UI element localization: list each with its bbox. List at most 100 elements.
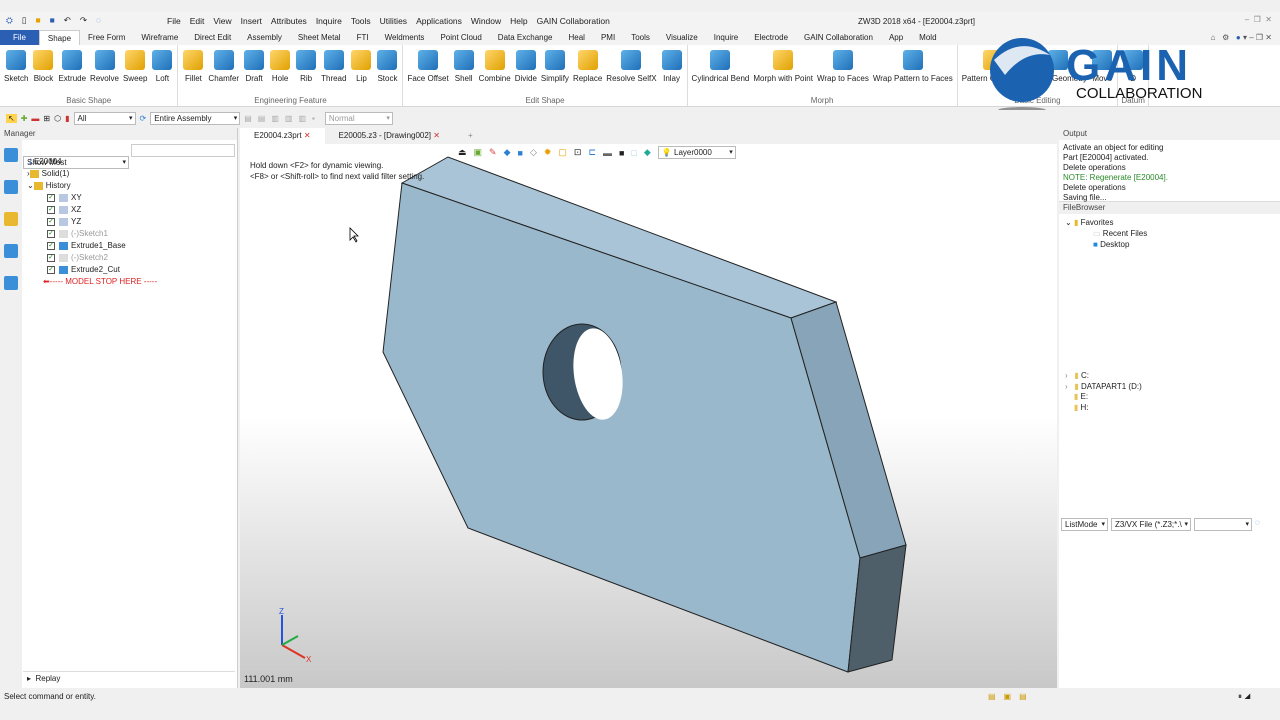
view-tab-icon[interactable]: [4, 244, 18, 258]
filter-select[interactable]: All: [73, 112, 136, 125]
eraser-icon[interactable]: ✎: [489, 147, 497, 158]
tree-item[interactable]: ✓ (-)Sketch1: [23, 228, 235, 240]
tab-sheet-metal[interactable]: Sheet Metal: [290, 30, 349, 45]
tree-item[interactable]: › Solid(1): [23, 168, 235, 180]
menu-item-file[interactable]: File: [167, 16, 181, 26]
menu-item-applications[interactable]: Applications: [416, 16, 462, 26]
checkbox[interactable]: ✓: [47, 206, 55, 214]
scope-icon[interactable]: ⟳: [140, 114, 147, 123]
checkbox[interactable]: ✓: [47, 254, 55, 262]
tab-heal[interactable]: Heal: [561, 30, 593, 45]
open-icon[interactable]: ■: [36, 15, 41, 26]
list-mode-select[interactable]: ListMode: [1061, 518, 1108, 531]
remove-icon[interactable]: ▬: [31, 114, 39, 123]
doc-tab-e20005[interactable]: E20005.z3 - [Drawing002] ✕: [325, 128, 454, 144]
menu-item-window[interactable]: Window: [471, 16, 501, 26]
layer-icon[interactable]: ◆: [644, 147, 651, 158]
box-select-icon[interactable]: ⊞: [43, 114, 50, 123]
cube-icon[interactable]: ■: [518, 148, 523, 158]
file-search-input[interactable]: [1194, 518, 1252, 531]
scope-select[interactable]: Entire Assembly: [150, 112, 241, 125]
menu-item-edit[interactable]: Edit: [190, 16, 205, 26]
menu-item-help[interactable]: Help: [510, 16, 527, 26]
menu-item-inquire[interactable]: Inquire: [316, 16, 342, 26]
recent-files-item[interactable]: ▭ Recent Files: [1065, 228, 1274, 239]
app-icon[interactable]: ⛭: [6, 15, 13, 26]
refresh-icon[interactable]: ◌: [1255, 518, 1260, 531]
tab-visualize[interactable]: Visualize: [658, 30, 706, 45]
desktop-item[interactable]: ■ Desktop: [1065, 239, 1274, 250]
add-icon[interactable]: ✚: [21, 114, 28, 123]
tab-tools[interactable]: Tools: [623, 30, 658, 45]
pause-icon[interactable]: ⏸ ◢: [1238, 688, 1251, 706]
close-icon[interactable]: ✕: [304, 131, 311, 140]
part-model[interactable]: Z X: [240, 144, 1057, 688]
menu-item-view[interactable]: View: [213, 16, 231, 26]
window-controls[interactable]: – ❐ ✕: [1245, 15, 1272, 24]
drive-item[interactable]: › ▮ C:: [1065, 371, 1142, 382]
status-icons[interactable]: ▤▣▤: [988, 688, 1035, 706]
tree-item[interactable]: ⌄ History: [23, 180, 235, 192]
filter-icon[interactable]: ▮: [65, 114, 69, 123]
3d-viewport[interactable]: Z X ⏏ ▣ ✎ ◆ ■ ◇ ✹ ▢ ⊡ ⊏ ▬ ■ □ ◆ 💡 Layer0…: [240, 144, 1057, 688]
menu-item-utilities[interactable]: Utilities: [380, 16, 407, 26]
tree-item[interactable]: ✓ (-)Sketch2: [23, 252, 235, 264]
new-icon[interactable]: ▯: [22, 15, 27, 26]
layer-select[interactable]: 💡 Layer0000: [657, 146, 736, 159]
menu-item-attributes[interactable]: Attributes: [271, 16, 307, 26]
menu-item-tools[interactable]: Tools: [351, 16, 371, 26]
tab-file[interactable]: File: [0, 30, 39, 45]
tab-direct-edit[interactable]: Direct Edit: [186, 30, 239, 45]
save-icon[interactable]: ■: [50, 15, 55, 26]
drive-item[interactable]: › ▮ DATAPART1 (D:): [1065, 382, 1142, 393]
zoom-box-icon[interactable]: ⊡: [574, 147, 582, 158]
mode-select[interactable]: Normal: [324, 112, 393, 125]
render-icon[interactable]: ✹: [544, 147, 552, 158]
zoom-fit-icon[interactable]: ▢: [558, 147, 567, 158]
drive-item[interactable]: ▮ H:: [1065, 403, 1142, 414]
tab-assembly[interactable]: Assembly: [239, 30, 290, 45]
tree-item[interactable]: ✓ XY: [23, 192, 235, 204]
tab-weldments[interactable]: Weldments: [377, 30, 433, 45]
tree-item[interactable]: ✓ Extrude1_Base: [23, 240, 235, 252]
tab-point-cloud[interactable]: Point Cloud: [432, 30, 489, 45]
tab-mold[interactable]: Mold: [911, 30, 944, 45]
tab-wireframe[interactable]: Wireframe: [133, 30, 186, 45]
section-icon[interactable]: ⊏: [588, 147, 596, 158]
user-tab-icon[interactable]: [4, 276, 18, 290]
tree-item[interactable]: ⊥ E20004: [23, 156, 235, 168]
tab-fti[interactable]: FTI: [349, 30, 377, 45]
tab-app[interactable]: App: [881, 30, 911, 45]
menu-item-insert[interactable]: Insert: [241, 16, 262, 26]
undo-icon[interactable]: ↶: [64, 15, 71, 26]
tree-item[interactable]: ✓ YZ: [23, 216, 235, 228]
color-icon[interactable]: ■: [619, 148, 624, 158]
regen-icon[interactable]: ◌: [96, 15, 101, 26]
tab-pmi[interactable]: PMI: [593, 30, 623, 45]
output-log[interactable]: Activate an object for editing Part [E200…: [1059, 140, 1280, 202]
close-icon[interactable]: ✕: [433, 131, 440, 140]
display-icon[interactable]: ▣: [474, 147, 483, 158]
tab-free-form[interactable]: Free Form: [80, 30, 133, 45]
checkbox[interactable]: ✓: [47, 218, 55, 226]
tab-inquire[interactable]: Inquire: [706, 30, 746, 45]
wire-cube-icon[interactable]: ◇: [530, 147, 537, 158]
drive-item[interactable]: ▮ E:: [1065, 392, 1142, 403]
part-tab-icon[interactable]: [4, 212, 18, 226]
favorites-node[interactable]: ⌄ ▮ Favorites: [1065, 217, 1274, 228]
expand-icon[interactable]: ⌄: [27, 180, 34, 192]
checkbox[interactable]: ✓: [47, 266, 55, 274]
shaded-icon[interactable]: ◆: [504, 147, 511, 158]
lasso-icon[interactable]: ⬡: [54, 114, 61, 123]
new-tab-button[interactable]: +: [454, 128, 487, 144]
tab-shape[interactable]: Shape: [38, 30, 81, 45]
tree-item[interactable]: ✓ XZ: [23, 204, 235, 216]
menu-item-gain-collaboration[interactable]: GAIN Collaboration: [537, 16, 610, 26]
exit-icon[interactable]: ⏏: [458, 147, 467, 158]
tree-item[interactable]: ✓ Extrude2_Cut: [23, 264, 235, 276]
checkbox[interactable]: ✓: [47, 242, 55, 250]
background-icon[interactable]: ▬: [603, 148, 612, 158]
file-type-select[interactable]: Z3/VX File (*.Z3;*.\: [1111, 518, 1191, 531]
tab-gain-collaboration[interactable]: GAIN Collaboration: [796, 30, 881, 45]
redo-icon[interactable]: ↷: [80, 15, 87, 26]
